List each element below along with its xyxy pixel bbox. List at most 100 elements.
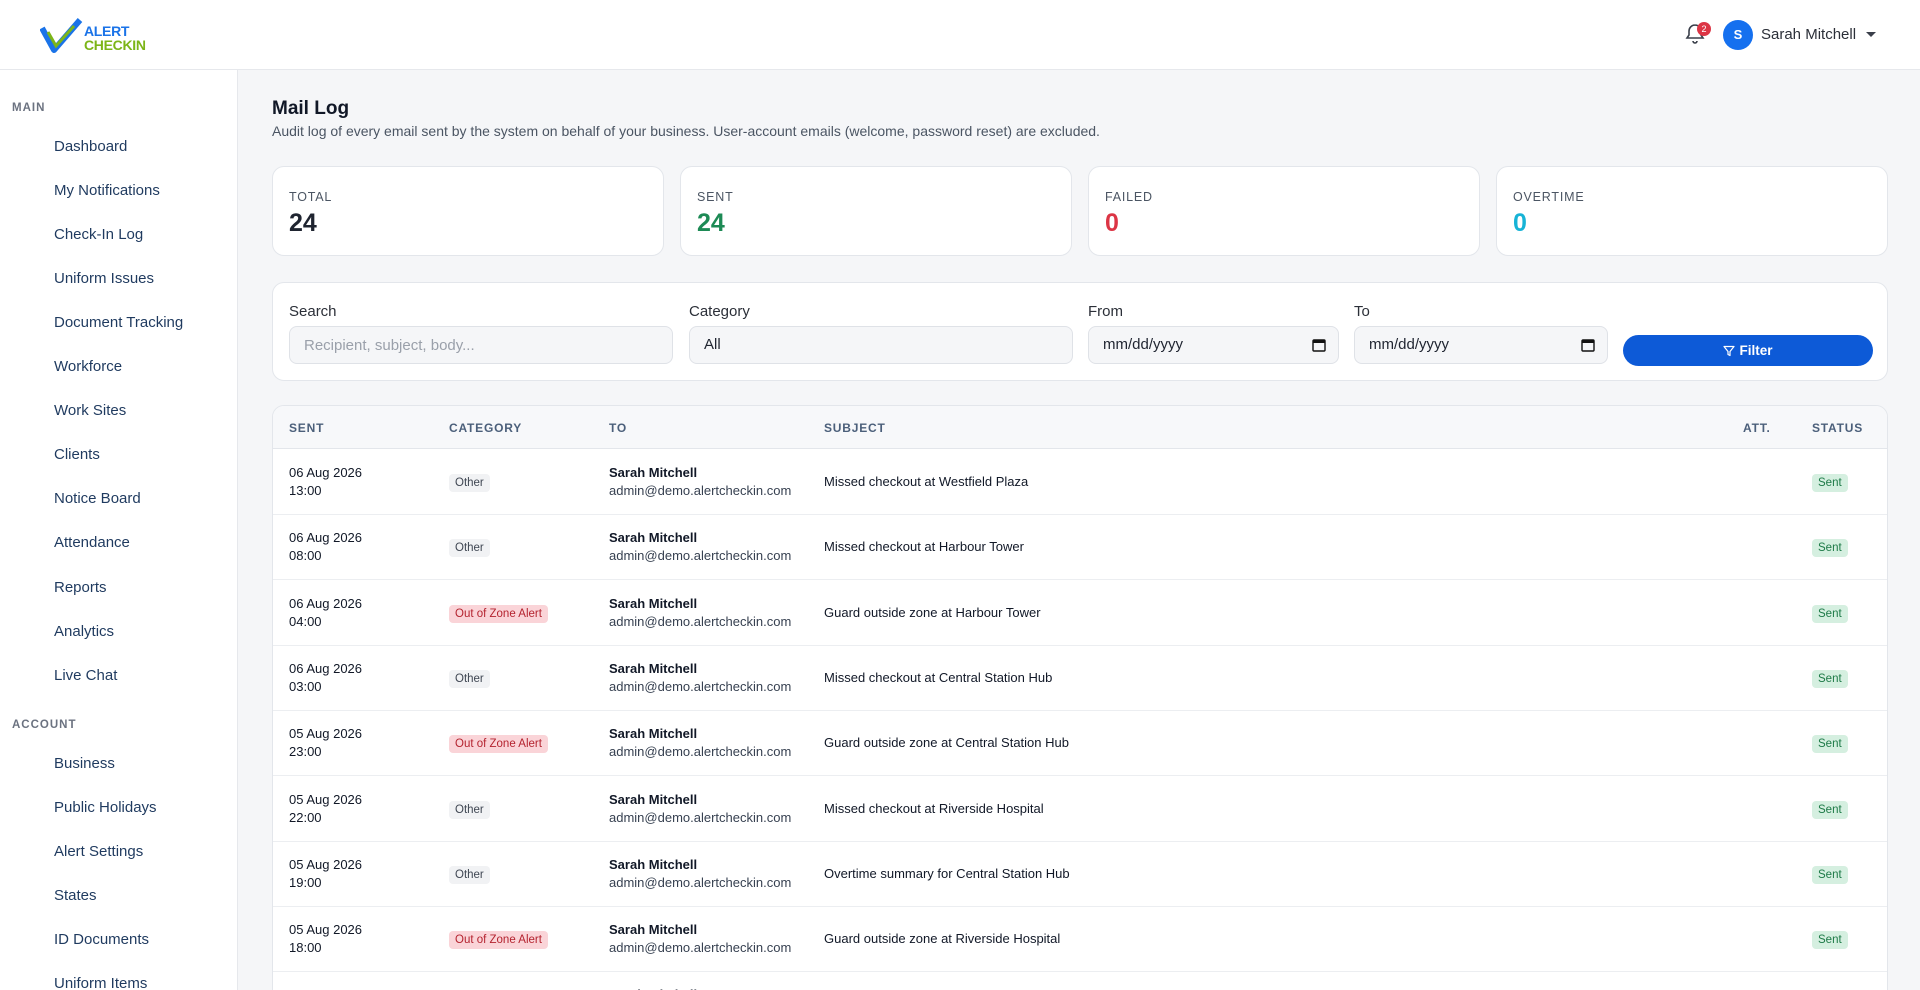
funnel-icon	[1723, 345, 1736, 356]
filter-button[interactable]: Filter	[1623, 335, 1873, 366]
recipient-name: Sarah Mitchell	[609, 660, 698, 676]
column-header-to[interactable]: TO	[609, 421, 627, 435]
sent-datetime-cell: 05 Aug 2026 18:00	[289, 921, 362, 957]
column-header-attachments[interactable]: ATT.	[1743, 421, 1771, 435]
column-header-status[interactable]: STATUS	[1812, 421, 1863, 435]
sent-datetime-cell: 06 Aug 2026 03:00	[289, 660, 362, 696]
category-badge: Other	[449, 865, 490, 884]
sent-date: 05 Aug 2026	[289, 791, 363, 807]
calendar-icon[interactable]	[1581, 338, 1595, 352]
table-row[interactable]: 05 Aug 2026 23:00 Out of Zone Alert Sarah M…	[273, 711, 1887, 777]
to-date-value: mm/dd/yyyy	[1369, 336, 1450, 353]
sent-time: 08:00	[289, 548, 322, 564]
category-select-value: All	[704, 336, 721, 353]
sidebar-account-heading: ACCOUNT	[12, 719, 77, 731]
megaphone-icon	[24, 491, 40, 507]
speedometer-icon	[24, 138, 40, 154]
status-badge: Sent	[1812, 474, 1848, 492]
category-badge: Other	[449, 474, 490, 492]
sidebar-item-states[interactable]: States	[14, 877, 224, 913]
to-date-label: To	[1354, 303, 1370, 320]
category-label: Category	[689, 303, 750, 320]
sidebar-item-workforce[interactable]: Workforce	[14, 349, 224, 385]
sidebar-item-label: Dashboard	[54, 137, 128, 155]
table-row[interactable]: 05 Aug 2026 Sarah Mitchell	[273, 972, 1887, 990]
sidebar-item-label: Uniform Issues	[54, 269, 155, 287]
user-menu-caret-icon[interactable]	[1866, 32, 1876, 37]
stat-label: FAILED	[1105, 190, 1153, 204]
sidebar-item-label: Document Tracking	[54, 313, 184, 331]
column-header-sent[interactable]: SENT	[289, 421, 324, 435]
calendar-check-icon	[24, 535, 40, 551]
recipient-cell: Sarah Mitchell	[609, 986, 697, 990]
user-avatar[interactable]: S	[1723, 20, 1753, 50]
sidebar-item-alert-settings[interactable]: Alert Settings	[14, 833, 224, 869]
sidebar-item-uniform-items[interactable]: Uniform Items	[14, 966, 224, 990]
sidebar-item-label: Alert Settings	[54, 842, 144, 860]
stat-label: TOTAL	[289, 190, 333, 204]
sidebar-item-attendance[interactable]: Attendance	[14, 525, 224, 561]
people-icon	[24, 359, 40, 375]
calendar-x-icon	[24, 799, 40, 815]
from-date-input[interactable]: mm/dd/yyyy	[1088, 326, 1339, 364]
table-row[interactable]: 05 Aug 2026 19:00 Other Sarah Mitchell admin…	[273, 842, 1887, 907]
brand-line-1: ALERT	[84, 23, 130, 39]
user-name[interactable]: Sarah Mitchell	[1761, 26, 1856, 43]
sidebar-item-id-documents[interactable]: ID Documents	[14, 921, 224, 957]
sidebar-item-live-chat[interactable]: Live Chat	[14, 657, 224, 693]
sidebar-item-work-sites[interactable]: Work Sites	[14, 393, 224, 429]
table-row[interactable]: 05 Aug 2026 18:00 Out of Zone Alert Sarah M…	[273, 907, 1887, 973]
sidebar-item-analytics[interactable]: Analytics	[14, 613, 224, 649]
sent-datetime-cell: 05 Aug 2026 19:00	[289, 856, 362, 892]
stat-value: 0	[1513, 209, 1527, 237]
sidebar-item-notice-board[interactable]: Notice Board	[14, 481, 224, 517]
sidebar-item-my-notifications[interactable]: My Notifications	[14, 172, 224, 208]
category-select[interactable]: All	[689, 326, 1073, 364]
filter-button-label: Filter	[1739, 343, 1773, 358]
sidebar-item-business[interactable]: Business	[14, 745, 224, 781]
status-badge: Sent	[1812, 800, 1848, 819]
sidebar-item-dashboard[interactable]: Dashboard	[14, 128, 224, 164]
brand-logo[interactable]: ALERT CHECKIN	[39, 16, 160, 56]
subject-cell: Overtime summary for Central Station Hub	[824, 865, 1070, 881]
stat-label: SENT	[697, 190, 734, 204]
document-icon	[24, 579, 40, 595]
table-row[interactable]: 06 Aug 2026 08:00 Other Sarah Mitchell admin…	[273, 515, 1887, 581]
table-row[interactable]: 06 Aug 2026 13:00 Other Sarah Mitchell admin…	[273, 450, 1887, 515]
sidebar-item-label: Work Sites	[54, 402, 127, 420]
stat-card-failed: FAILED 0	[1088, 166, 1480, 256]
sidebar-item-check-in-log[interactable]: Check-In Log	[14, 216, 224, 252]
sidebar-item-label: Live Chat	[54, 666, 118, 684]
search-input[interactable]	[289, 326, 673, 364]
from-date-value: mm/dd/yyyy	[1103, 336, 1184, 353]
sidebar-item-document-tracking[interactable]: Document Tracking	[14, 304, 224, 340]
recipient-email: admin@demo.alertcheckin.com	[609, 548, 792, 564]
subject-cell: Missed checkout at Central Station Hub	[824, 669, 1053, 685]
column-header-subject[interactable]: SUBJECT	[824, 421, 886, 435]
sent-date: 06 Aug 2026	[289, 660, 363, 676]
id-card-icon	[24, 270, 40, 286]
to-date-input[interactable]: mm/dd/yyyy	[1354, 326, 1608, 364]
table-row[interactable]: 06 Aug 2026 04:00 Out of Zone Alert Sarah M…	[273, 581, 1887, 646]
sidebar-item-uniform-issues[interactable]: Uniform Issues	[14, 260, 224, 296]
list-card-icon	[24, 226, 40, 242]
sent-date: 05 Aug 2026	[289, 922, 363, 938]
main-content: Mail Log Audit log of every email sent b…	[238, 70, 1920, 990]
sidebar-main-heading: MAIN	[12, 102, 46, 114]
sent-datetime-cell: 05 Aug 2026 23:00	[289, 725, 362, 761]
table-row[interactable]: 06 Aug 2026 03:00 Other Sarah Mitchell admin…	[273, 646, 1887, 711]
sidebar-item-label: ID Documents	[54, 930, 150, 948]
status-badge: Sent	[1812, 865, 1848, 884]
sent-date: 06 Aug 2026	[289, 465, 363, 480]
sent-time: 22:00	[289, 809, 322, 825]
recipient-email: admin@demo.alertcheckin.com	[609, 809, 792, 825]
calendar-icon[interactable]	[1312, 338, 1326, 352]
sidebar-item-clients[interactable]: Clients	[14, 437, 224, 473]
stat-value: 24	[289, 209, 317, 237]
table-row[interactable]: 05 Aug 2026 22:00 Other Sarah Mitchell admin…	[273, 777, 1887, 842]
bell-icon	[24, 182, 40, 198]
column-header-category[interactable]: CATEGORY	[449, 421, 522, 435]
status-badge: Sent	[1812, 604, 1848, 623]
sidebar-item-reports[interactable]: Reports	[14, 569, 224, 605]
sidebar-item-public-holidays[interactable]: Public Holidays	[14, 789, 224, 825]
